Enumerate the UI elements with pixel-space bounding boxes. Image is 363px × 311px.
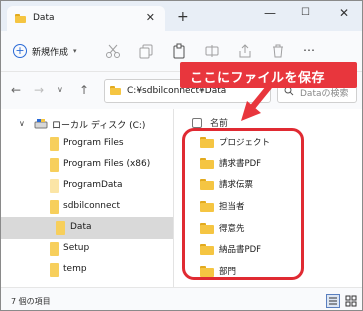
title-bar: Data ✕ + — ☐ ✕ [1,1,362,32]
item-count: 7 個の項目 [11,297,51,306]
drive-label: ローカル ディスク (C:) [52,121,146,131]
forward-icon[interactable]: → [34,83,44,97]
tree-item-sdbilconnect[interactable]: sdbilconnect [1,196,173,218]
maximize-icon[interactable]: ☐ [301,7,310,18]
cut-icon[interactable] [105,43,121,59]
navigation-pane: ∨ ローカル ディスク (C:) Program Files Program F… [1,109,173,287]
tree-item-temp[interactable]: temp [1,259,173,281]
folder-icon [48,263,62,277]
folder-icon [15,14,26,23]
new-tab-icon[interactable]: + [177,9,189,25]
delete-icon[interactable] [270,43,286,59]
status-bar: 7 個の項目 [1,287,362,310]
folder-icon [54,221,68,235]
tree-item-label: ProgramData [63,180,123,190]
share-icon[interactable] [237,43,253,59]
recent-chevron-icon[interactable]: ∨ [57,85,63,94]
tree-item-program-files-x86[interactable]: Program Files (x86) [1,154,173,176]
tree-item-label: Program Files (x86) [63,159,151,169]
paste-icon[interactable] [171,43,187,59]
back-icon[interactable]: ← [11,83,21,97]
select-all-checkbox[interactable] [192,117,202,128]
new-button[interactable]: + 新規作成 ▾ [13,43,77,59]
up-icon[interactable]: ↑ [79,83,89,97]
annotation-arrow-icon [241,85,272,121]
close-icon[interactable]: ✕ [339,6,349,20]
chevron-down-icon: ▾ [73,47,77,55]
tab-close-icon[interactable]: ✕ [146,11,155,24]
folder-icon [48,242,62,256]
tree-item-local-disk[interactable]: ∨ ローカル ディスク (C:) [1,113,173,135]
plus-icon: + [13,44,27,58]
highlight-box [182,128,304,280]
tree-item-label: Setup [63,243,90,253]
folder-icon [110,86,121,95]
folder-icon [48,137,62,151]
tree-item-label: Program Files [63,138,124,148]
drive-icon [34,119,48,129]
minimize-icon[interactable]: — [264,6,276,20]
tree-item-programdata[interactable]: ProgramData [1,175,173,197]
tree-item-program-files[interactable]: Program Files [1,133,173,155]
rename-icon[interactable] [204,43,220,59]
folder-icon [48,200,62,214]
tab-title: Data [33,13,55,23]
details-view-icon[interactable] [326,294,340,308]
copy-icon[interactable] [138,43,154,59]
more-icon[interactable]: ⋯ [303,43,315,57]
folder-icon [48,158,62,172]
chevron-down-icon[interactable]: ∨ [19,119,25,128]
tree-item-label: temp [63,264,87,274]
tiles-view-icon[interactable] [344,294,358,308]
new-button-label: 新規作成 [32,47,69,58]
tree-item-data[interactable]: Data [1,217,173,239]
tree-item-label: sdbilconnect [63,201,120,211]
explorer-window: Data ✕ + — ☐ ✕ + 新規作成 ▾ ⋯ ← → ∨ ↑ C:¥sdb… [0,0,363,311]
folder-icon [48,179,62,193]
tree-item-label: Data [70,222,92,232]
tree-item-setup[interactable]: Setup [1,238,173,260]
annotation-text: ここにファイルを保存 [190,71,326,86]
tab-data[interactable]: Data ✕ [7,6,165,32]
